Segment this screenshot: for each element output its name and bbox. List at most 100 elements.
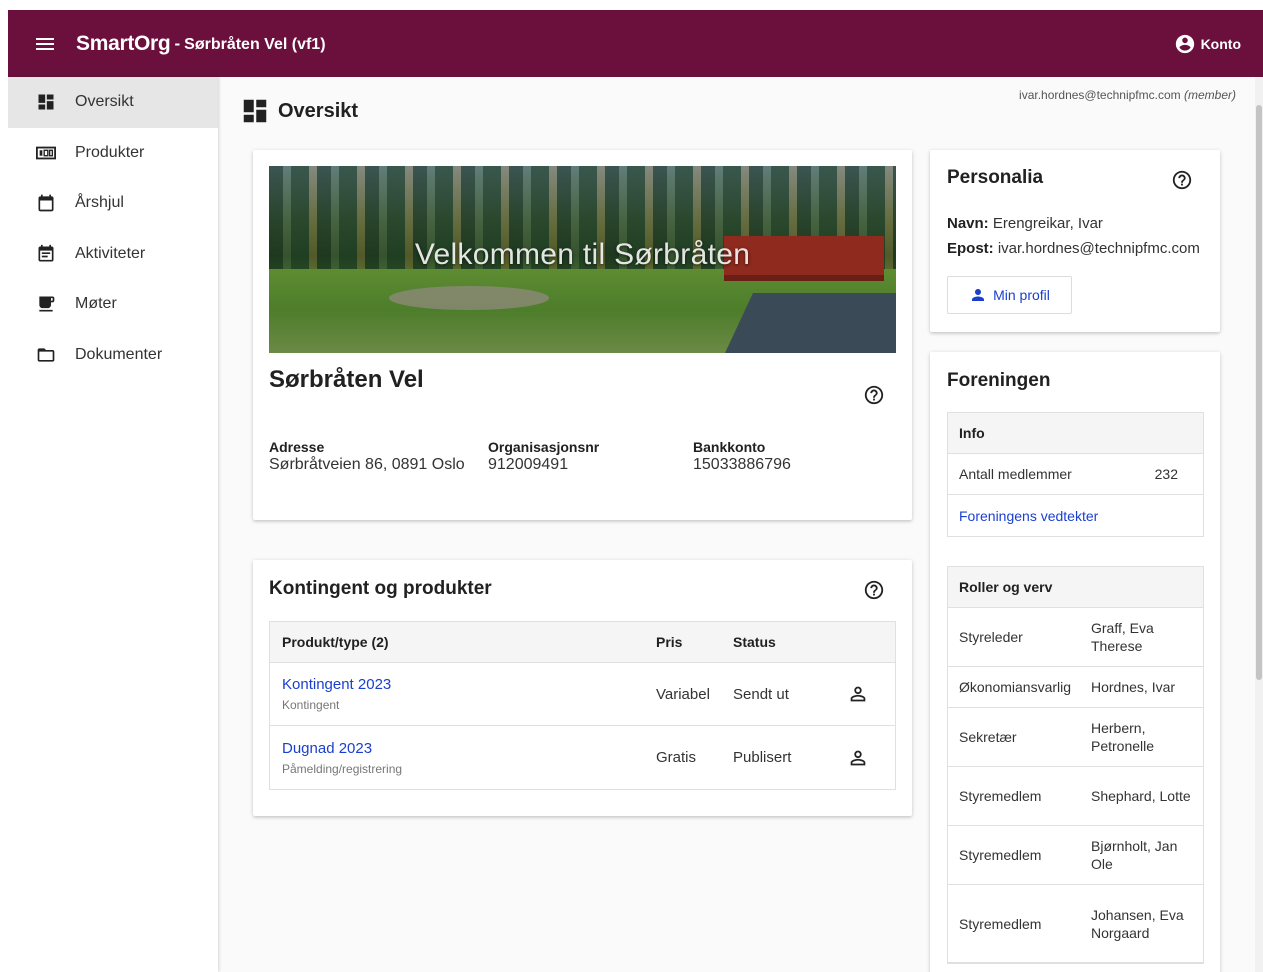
brand-name[interactable]: SmartOrg — [76, 32, 171, 56]
product-price: Variabel — [656, 685, 710, 703]
bank-field: Bankkonto 15033886796 — [693, 439, 791, 474]
sidebar-item-oversikt[interactable]: Oversikt — [8, 77, 218, 128]
product-link[interactable]: Dugnad 2023 — [282, 740, 656, 757]
sidebar-item-label: Oversikt — [75, 93, 134, 111]
product-type: Påmelding/registrering — [282, 761, 403, 776]
event-note-icon — [36, 244, 56, 264]
sidebar-item-label: Årshjul — [75, 194, 124, 212]
role-title: Styremedlem — [959, 915, 1042, 932]
user-email-text: ivar.hordnes@technipfmc.com — [1019, 88, 1181, 102]
column-header-product[interactable]: Produkt/type (2) — [270, 634, 656, 650]
personalia-title: Personalia — [947, 167, 1044, 188]
product-price: Gratis — [656, 749, 697, 766]
welcome-banner-image: Velkommen til Sørbråten — [269, 166, 896, 353]
role-title: Styreleder — [959, 629, 1023, 645]
hamburger-menu-icon[interactable] — [36, 36, 58, 52]
orgnr-field: Organisasjonsnr 912009491 — [488, 439, 599, 474]
person-outline-icon[interactable] — [838, 683, 878, 705]
org-title: Sørbråten Vel (vf1) — [184, 36, 326, 53]
org-card: Velkommen til Sørbråten Sørbråten Vel Ad… — [253, 150, 912, 520]
brand-separator: - — [174, 33, 181, 53]
sidebar-item-produkter[interactable]: Produkter — [8, 128, 218, 179]
role-holder: Shephard, Lotte — [1091, 788, 1191, 804]
product-type: Kontingent — [282, 698, 340, 712]
my-profile-button[interactable]: Min profil — [947, 276, 1072, 314]
account-label: Konto — [1200, 35, 1241, 52]
table-row[interactable]: Kontingent 2023 Kontingent Variabel Send… — [270, 663, 895, 726]
table-row: Styreleder Graff, Eva Therese — [948, 608, 1203, 667]
help-icon[interactable] — [863, 384, 885, 406]
statutes-row: Foreningens vedtekter — [948, 495, 1203, 536]
account-circle-icon — [1175, 34, 1194, 53]
dashboard-icon — [243, 99, 267, 123]
sidebar-item-label: Møter — [75, 295, 117, 313]
products-icon — [36, 143, 56, 163]
email-value: ivar.hordnes@technipfmc.com — [997, 240, 1200, 257]
page-title: Oversikt — [278, 99, 359, 122]
orgnr-label: Organisasjonsnr — [488, 439, 600, 455]
orgnr-value: 912009491 — [488, 456, 569, 473]
sidebar-item-arshjul[interactable]: Årshjul — [8, 178, 218, 229]
foreningen-card: Foreningen Info Antall medlemmer 232 For… — [930, 352, 1220, 972]
personalia-card: Personalia Navn: Erengreikar, Ivar Epost… — [930, 150, 1220, 332]
products-card-title: Kontingent og produkter — [269, 578, 492, 599]
members-row: Antall medlemmer 232 — [948, 454, 1203, 495]
help-icon[interactable] — [1171, 169, 1193, 191]
bank-label: Bankkonto — [693, 439, 766, 455]
product-status: Publisert — [733, 749, 792, 766]
current-user-email: ivar.hordnes@technipfmc.com (member) — [1019, 88, 1236, 102]
scrollbar-thumb[interactable] — [1256, 105, 1262, 680]
column-header-status[interactable]: Status — [733, 634, 838, 650]
personalia-email-line: Epost: ivar.hordnes@technipfmc.com — [947, 240, 1200, 257]
sidebar-item-dokumenter[interactable]: Dokumenter — [8, 330, 218, 381]
dashboard-icon — [36, 92, 56, 112]
statutes-link[interactable]: Foreningens vedtekter — [959, 508, 1098, 524]
sidebar-item-label: Dokumenter — [75, 345, 163, 363]
table-row: Styremedlem Shephard, Lotte — [948, 767, 1203, 826]
role-title: Økonomiansvarlig — [959, 679, 1072, 695]
email-label: Epost: — [947, 240, 994, 257]
sidebar-item-aktiviteter[interactable]: Aktiviteter — [8, 229, 218, 280]
top-app-bar: SmartOrg - Sørbråten Vel (vf1) Konto — [8, 10, 1263, 77]
products-table: Produkt/type (2) Pris Status Kontingent … — [269, 621, 896, 790]
address-value: Sørbråtveien 86, 0891 Oslo — [269, 456, 465, 473]
name-value: Erengreikar, Ivar — [992, 215, 1103, 232]
products-card: Kontingent og produkter Produkt/type (2)… — [253, 560, 912, 816]
person-outline-icon[interactable] — [838, 747, 878, 769]
table-row: Styremedlem Johansen, Eva Norgaard — [948, 885, 1203, 963]
table-row[interactable]: Dugnad 2023 Påmelding/registrering Grati… — [270, 726, 895, 789]
table-row: Styremedlem Bjørnholt, Jan Ole — [948, 826, 1203, 885]
info-header: Info — [948, 413, 1203, 454]
banner-text: Velkommen til Sørbråten — [414, 238, 751, 271]
personalia-name-line: Navn: Erengreikar, Ivar — [947, 215, 1103, 232]
my-profile-label: Min profil — [993, 287, 1050, 303]
sidebar-item-moter[interactable]: Møter — [8, 279, 218, 330]
user-role: (member) — [1183, 88, 1236, 102]
coffee-icon — [36, 294, 56, 314]
sidebar-nav: Oversikt Produkter Årshjul Aktiviteter M… — [8, 77, 218, 972]
folder-icon — [36, 345, 56, 365]
role-holder: Herbern, Petronelle — [1091, 720, 1155, 754]
product-status: Sendt ut — [733, 685, 789, 703]
role-title: Styremedlem — [959, 847, 1042, 863]
info-table: Info Antall medlemmer 232 Foreningens ve… — [947, 412, 1204, 537]
role-title: Sekretær — [959, 729, 1017, 745]
address-field: Adresse Sørbråtveien 86, 0891 Oslo — [269, 439, 465, 474]
sidebar-item-label: Produkter — [75, 143, 145, 161]
column-header-price[interactable]: Pris — [656, 634, 733, 650]
members-count: 232 — [1154, 466, 1178, 482]
role-title: Styremedlem — [959, 788, 1042, 804]
roles-header: Roller og verv — [948, 567, 1203, 608]
role-holder: Graff, Eva Therese — [1091, 620, 1154, 654]
sidebar-item-label: Aktiviteter — [75, 244, 146, 262]
account-button[interactable]: Konto — [1174, 33, 1241, 55]
address-label: Adresse — [269, 439, 325, 455]
role-holder: Hordnes, Ivar — [1091, 679, 1176, 695]
table-row: Sekretær Herbern, Petronelle — [948, 708, 1203, 767]
product-link[interactable]: Kontingent 2023 — [282, 676, 656, 693]
bank-value: 15033886796 — [693, 456, 791, 473]
name-label: Navn: — [947, 215, 989, 232]
help-icon[interactable] — [863, 579, 885, 601]
scrollbar[interactable] — [1255, 77, 1263, 972]
org-name: Sørbråten Vel — [269, 366, 424, 393]
